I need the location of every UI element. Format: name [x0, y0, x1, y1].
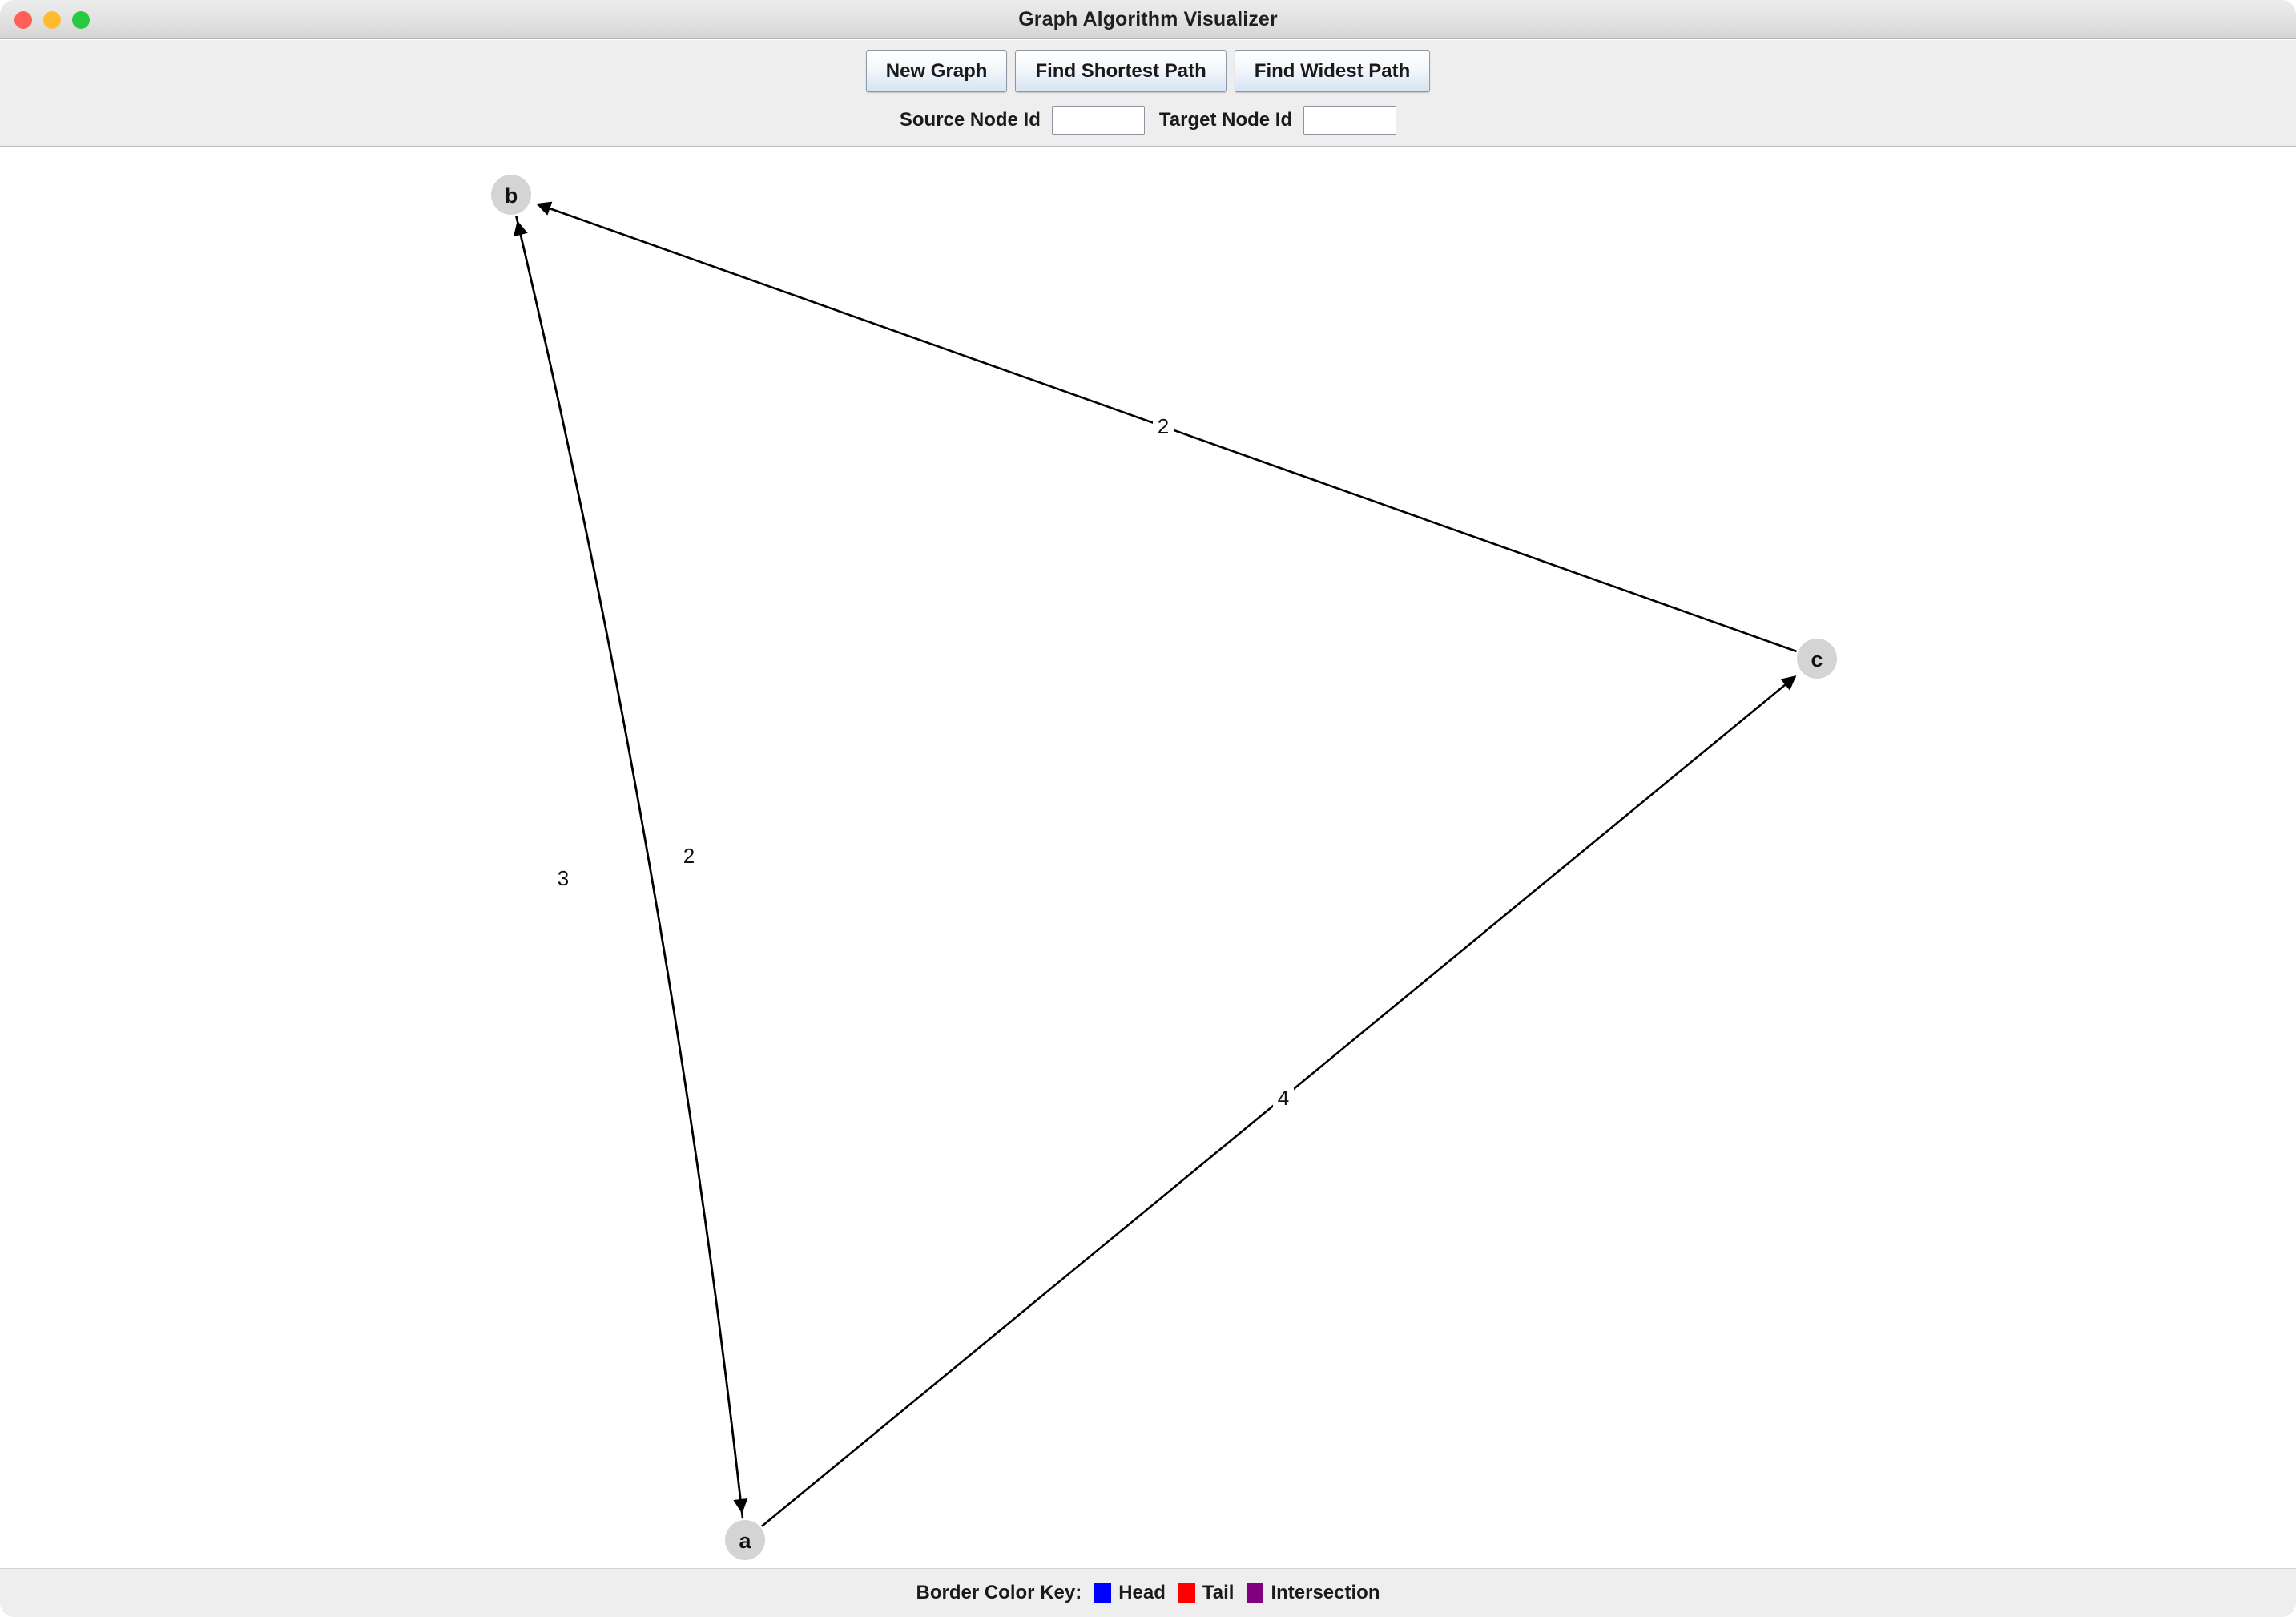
application-window: Graph Algorithm Visualizer New Graph Fin…: [0, 0, 2296, 1617]
graph-edge: [514, 215, 748, 1514]
toolbar-field-row: Source Node Id Target Node Id: [0, 106, 2296, 135]
intersection-color-swatch-icon: [1247, 1583, 1264, 1603]
legend-label-intersection: Intersection: [1271, 1582, 1380, 1603]
legend-label-tail: Tail: [1202, 1582, 1235, 1603]
legend-entry-head: Head: [1094, 1582, 1166, 1604]
graph-canvas[interactable]: 2 4 3 2 b c a: [0, 147, 2296, 1568]
edge-weight-label: 3: [558, 866, 569, 890]
new-graph-button[interactable]: New Graph: [865, 50, 1008, 92]
tail-color-swatch-icon: [1178, 1583, 1195, 1603]
graph-drawing: 2 4 3 2 b c a: [491, 175, 1837, 1560]
window-title: Graph Algorithm Visualizer: [1018, 8, 1278, 30]
footer-legend-bar: Border Color Key: Head Tail Intersection: [0, 1568, 2296, 1617]
node-label: c: [1811, 647, 1823, 671]
legend-entry-intersection: Intersection: [1247, 1582, 1380, 1604]
source-node-id-input[interactable]: [1051, 106, 1145, 135]
find-shortest-path-button[interactable]: Find Shortest Path: [1015, 50, 1227, 92]
find-widest-path-button[interactable]: Find Widest Path: [1234, 50, 1431, 92]
node-label: a: [739, 1529, 751, 1553]
edge-weight-label: 2: [1158, 414, 1169, 438]
node-label: b: [505, 183, 518, 208]
toolbar-button-row: New Graph Find Shortest Path Find Widest…: [0, 50, 2296, 92]
edges-layer: 2 4 3 2: [514, 201, 1797, 1527]
graph-edge: [514, 220, 744, 1519]
target-node-id-input[interactable]: [1303, 106, 1397, 135]
legend-title: Border Color Key:: [916, 1582, 1082, 1603]
target-node-id-label: Target Node Id: [1158, 109, 1293, 131]
edge-weight-label: 2: [683, 844, 695, 868]
legend-entry-tail: Tail: [1178, 1582, 1235, 1604]
title-bar: Graph Algorithm Visualizer: [0, 0, 2296, 39]
source-node-id-label: Source Node Id: [899, 109, 1041, 131]
graph-node-b[interactable]: b: [491, 175, 531, 215]
graph-node-c[interactable]: c: [1797, 639, 1837, 679]
border-color-key: Border Color Key: Head Tail Intersection: [916, 1582, 1380, 1604]
graph-node-a[interactable]: a: [725, 1520, 765, 1560]
toolbar: New Graph Find Shortest Path Find Widest…: [0, 40, 2296, 147]
legend-label-head: Head: [1118, 1582, 1166, 1603]
head-color-swatch-icon: [1094, 1583, 1112, 1603]
edge-weight-label: 4: [1278, 1086, 1289, 1110]
